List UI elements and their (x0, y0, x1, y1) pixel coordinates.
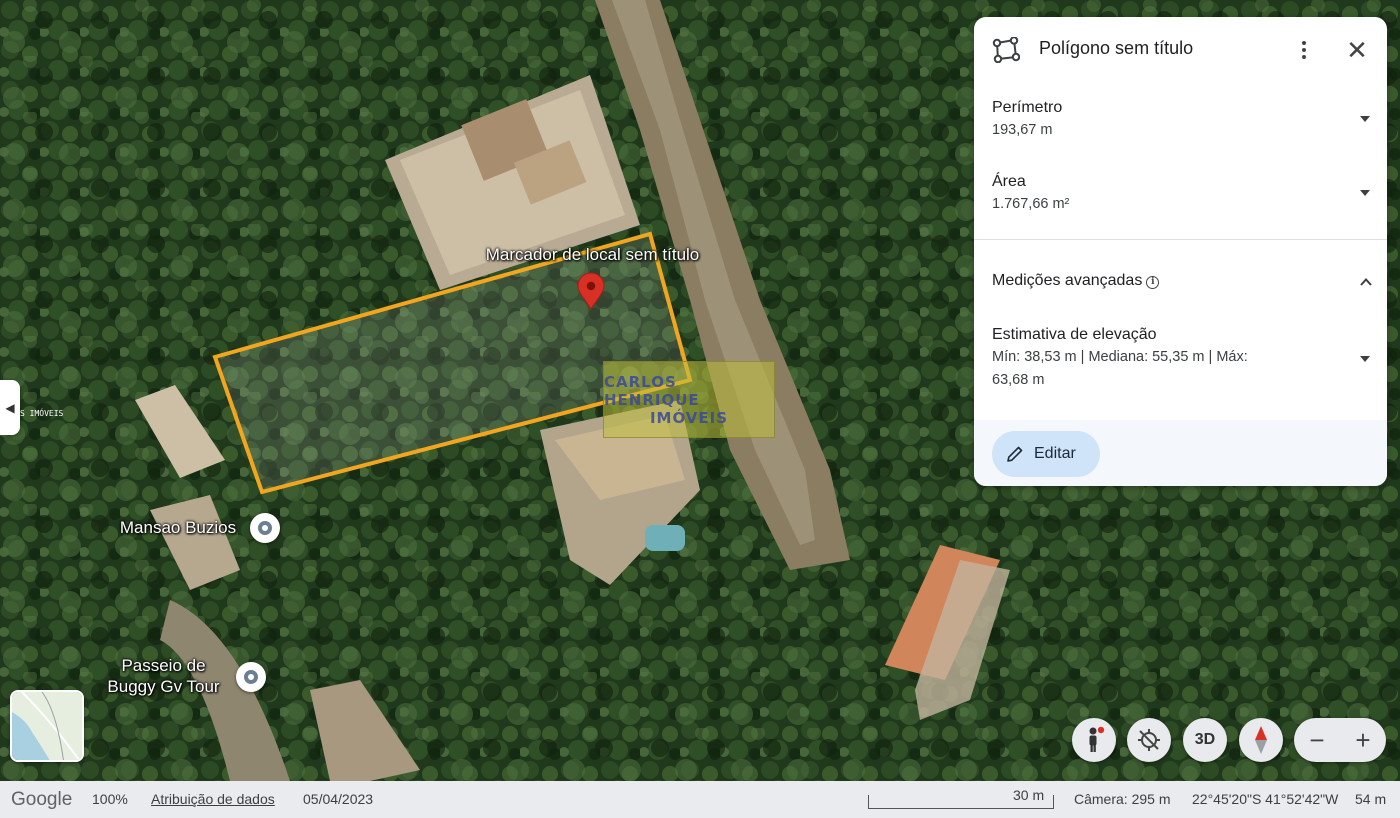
edit-button-label: Editar (1034, 445, 1076, 462)
side-watermark-text: S IMÓVEIS (20, 409, 64, 418)
panel-footer: Editar (974, 420, 1387, 486)
chevron-up-icon[interactable] (1360, 276, 1372, 288)
status-bar: Google 100% Atribuição de dados 05/04/20… (0, 781, 1400, 818)
area-label: Área (992, 173, 1026, 190)
close-icon[interactable]: ✕ (1344, 37, 1370, 63)
elevation-readout: 54 m (1355, 791, 1387, 807)
coordinates: 22°45'20"S 41°52'42"W (1192, 791, 1339, 807)
chevron-left-icon: ◀ (5, 400, 15, 415)
info-icon[interactable]: i (1146, 276, 1160, 289)
zoom-controls: − + (1294, 718, 1386, 762)
chevron-down-icon[interactable] (1360, 356, 1370, 362)
divider (974, 239, 1387, 240)
place-pin-icon[interactable] (236, 662, 266, 692)
perimeter-value: 193,67 m (992, 122, 1053, 138)
scale-label: 30 m (1013, 787, 1045, 803)
zoom-out-button[interactable]: − (1309, 727, 1324, 753)
minimap[interactable] (10, 690, 84, 762)
place-pin-icon[interactable] (250, 513, 280, 543)
area-value: 1.767,66 m² (992, 196, 1070, 212)
elevation-label: Estimativa de elevação (992, 326, 1157, 343)
chevron-down-icon[interactable] (1360, 190, 1370, 196)
area-row[interactable]: Área 1.767,66 m² (992, 171, 1372, 219)
tilt-button[interactable] (1127, 718, 1171, 762)
marker-label[interactable]: Marcador de local sem título (470, 244, 715, 265)
compass-button[interactable] (1239, 718, 1283, 762)
polygon-icon (992, 37, 1020, 63)
3d-button[interactable]: 3D (1183, 718, 1227, 762)
elevation-value-line1: Mín: 38,53 m | Mediana: 55,35 m | Máx: (992, 349, 1248, 365)
place-label-mansao[interactable]: Mansao Buzios (112, 517, 244, 538)
edit-button[interactable]: Editar (992, 431, 1100, 477)
tilt-off-icon (1138, 729, 1160, 751)
zoom-in-button[interactable]: + (1355, 727, 1370, 753)
google-logo: Google (11, 789, 73, 810)
measurement-panel: Polígono sem título ✕ Perímetro 193,67 m… (974, 17, 1387, 486)
pegman-button[interactable] (1072, 718, 1116, 762)
panel-header: Polígono sem título ✕ (974, 17, 1387, 81)
advanced-measurements-label: Medições avançadas (992, 272, 1143, 289)
watermark-line: IMÓVEIS (649, 408, 729, 427)
zoom-percent: 100% (92, 791, 128, 807)
pegman-icon (1089, 726, 1105, 752)
watermark: CARLOS HENRIQUE IMÓVEIS (603, 361, 775, 438)
pencil-icon (1007, 446, 1023, 462)
camera-altitude: Câmera: 295 m (1074, 791, 1171, 807)
imagery-date: 05/04/2023 (303, 791, 374, 807)
perimeter-label: Perímetro (992, 99, 1063, 116)
chevron-down-icon[interactable] (1360, 116, 1370, 122)
compass-icon (1255, 726, 1267, 754)
panel-title: Polígono sem título (1039, 38, 1194, 58)
elevation-row[interactable]: Estimativa de elevação Mín: 38,53 m | Me… (992, 324, 1372, 396)
elevation-value-line2: 63,68 m (992, 372, 1045, 388)
advanced-measurements-header[interactable]: Medições avançadas i (992, 270, 1372, 294)
collapse-sidebar-button[interactable]: ◀ (0, 380, 20, 435)
place-label-buggy[interactable]: Passeio de Buggy Gv Tour (96, 655, 231, 697)
more-vert-icon[interactable] (1294, 35, 1314, 65)
perimeter-row[interactable]: Perímetro 193,67 m (992, 97, 1372, 145)
data-attribution-link[interactable]: Atribuição de dados (151, 791, 275, 807)
watermark-line: CARLOS HENRIQUE (604, 372, 700, 409)
minimap-image (12, 692, 82, 760)
